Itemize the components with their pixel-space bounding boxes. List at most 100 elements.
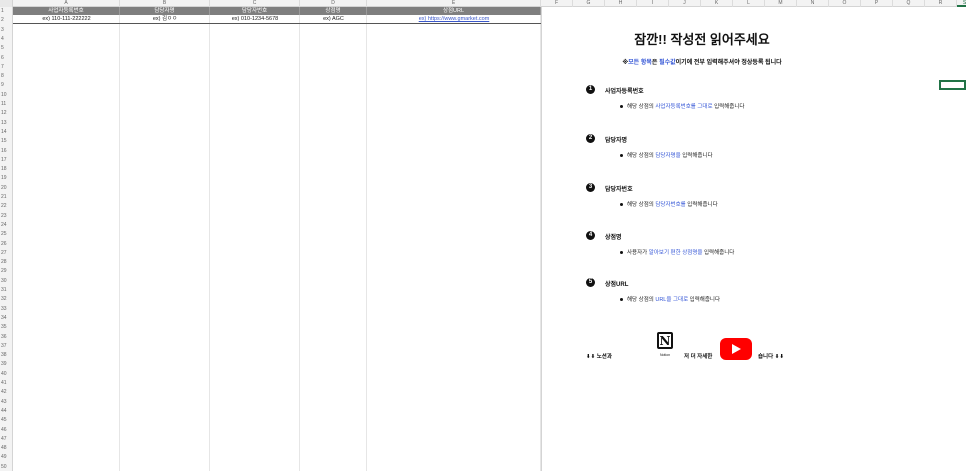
row-header[interactable]: 1 <box>0 7 13 16</box>
row-header[interactable]: 36 <box>0 333 13 342</box>
row-header[interactable]: 22 <box>0 202 13 211</box>
row-header[interactable]: 2 <box>0 16 13 25</box>
desc-text: 입력해줍니다 <box>702 250 735 256</box>
row-header[interactable]: 21 <box>0 193 13 202</box>
youtube-play-icon[interactable] <box>720 338 752 360</box>
item-heading: 상점명 <box>605 235 622 241</box>
row-header[interactable]: 47 <box>0 435 13 444</box>
row-header[interactable]: 49 <box>0 453 13 462</box>
select-all-corner[interactable] <box>0 0 13 7</box>
row-header[interactable]: 20 <box>0 184 13 193</box>
row-header[interactable]: 5 <box>0 44 13 53</box>
cell-grid[interactable] <box>13 7 541 471</box>
header-cell[interactable]: 상점URL <box>367 7 541 15</box>
row-header[interactable]: 39 <box>0 360 13 369</box>
column-header-i[interactable]: I <box>637 0 669 7</box>
column-header-l[interactable]: L <box>733 0 765 7</box>
row-header[interactable]: 34 <box>0 314 13 323</box>
grid-col-d <box>300 7 367 471</box>
header-cell[interactable]: 담당자명 <box>120 7 210 15</box>
column-header-r[interactable]: R <box>925 0 957 7</box>
row-header[interactable]: 27 <box>0 249 13 258</box>
row-header[interactable]: 24 <box>0 221 13 230</box>
column-header-f[interactable]: F <box>541 0 573 7</box>
example-url-cell[interactable]: ex) https://www.gmarket.com <box>367 15 541 24</box>
row-header[interactable]: 8 <box>0 72 13 81</box>
row-header[interactable]: 10 <box>0 91 13 100</box>
row-header[interactable]: 35 <box>0 323 13 332</box>
spreadsheet: ABCDEFGHIJKLMNOPQRS 1 2 3 4 5 6 7 8 9 10 11 12 13 14 1… <box>0 0 966 471</box>
row-header[interactable]: 6 <box>0 54 13 63</box>
row-header[interactable]: 11 <box>0 100 13 109</box>
desc-highlight: 사업자등록번호를 그대로 <box>655 104 713 110</box>
row-header[interactable]: 48 <box>0 444 13 453</box>
row-header[interactable]: 17 <box>0 156 13 165</box>
row-header[interactable]: 41 <box>0 379 13 388</box>
desc-highlight: 담당자명을 <box>655 153 681 159</box>
row-header[interactable]: 44 <box>0 407 13 416</box>
row-header[interactable]: 15 <box>0 137 13 146</box>
row-header[interactable]: 19 <box>0 174 13 183</box>
row-header[interactable]: 40 <box>0 370 13 379</box>
column-header-m[interactable]: M <box>765 0 797 7</box>
row-header[interactable]: 13 <box>0 119 13 128</box>
row-header[interactable]: 28 <box>0 258 13 267</box>
column-header-p[interactable]: P <box>861 0 893 7</box>
header-cell[interactable]: 상점명 <box>300 7 367 15</box>
example-cell[interactable]: ex) 김ㅇㅇ <box>120 15 210 24</box>
row-header[interactable]: 38 <box>0 351 13 360</box>
step-number-badge: 1 <box>586 85 595 94</box>
row-header[interactable]: 12 <box>0 109 13 118</box>
column-header-a[interactable]: A <box>13 0 120 7</box>
row-header[interactable]: 16 <box>0 147 13 156</box>
row-header[interactable]: 37 <box>0 342 13 351</box>
row-header[interactable]: 7 <box>0 63 13 72</box>
column-header-n[interactable]: N <box>797 0 829 7</box>
row-header[interactable]: 29 <box>0 267 13 276</box>
desc-text: 입력해줍니다 <box>685 202 718 208</box>
row-header[interactable]: 32 <box>0 295 13 304</box>
row-header[interactable]: 4 <box>0 35 13 44</box>
item-description: 해당 상점의 사업자등록번호를 그대로 입력해줍니다 <box>620 102 744 110</box>
column-header-h[interactable]: H <box>605 0 637 7</box>
table-header-row: 사업자등록번호 담당자명 담당자번호 상점명 상점URL <box>13 7 541 15</box>
header-cell[interactable]: 담당자번호 <box>210 7 300 15</box>
active-cell-selection[interactable] <box>939 80 966 90</box>
example-cell[interactable]: ex) 110-111-222222 <box>13 15 120 24</box>
column-header-g[interactable]: G <box>573 0 605 7</box>
column-header-q[interactable]: Q <box>893 0 925 7</box>
row-header[interactable]: 3 <box>0 26 13 35</box>
example-cell[interactable]: ex) AGC <box>300 15 367 24</box>
row-header[interactable]: 45 <box>0 416 13 425</box>
notion-logo-icon[interactable]: N Notion <box>652 332 678 362</box>
column-header-o[interactable]: O <box>829 0 861 7</box>
row-header[interactable]: 18 <box>0 165 13 174</box>
notice-suffix: 이기에 전부 입력해주셔야 정상등록 됩니다 <box>675 60 782 66</box>
row-header[interactable]: 25 <box>0 230 13 239</box>
row-header[interactable]: 26 <box>0 240 13 249</box>
desc-text: 해당 상점의 <box>627 202 656 208</box>
column-header-j[interactable]: J <box>669 0 701 7</box>
row-header[interactable]: 50 <box>0 463 13 471</box>
row-header[interactable]: 30 <box>0 277 13 286</box>
column-header-k[interactable]: K <box>701 0 733 7</box>
row-header[interactable]: 23 <box>0 212 13 221</box>
row-header[interactable]: 42 <box>0 388 13 397</box>
row-header[interactable]: 31 <box>0 286 13 295</box>
row-header[interactable]: 33 <box>0 305 13 314</box>
desc-highlight: URL을 그대로 <box>655 297 689 303</box>
column-header-e[interactable]: E <box>367 0 541 7</box>
example-cell[interactable]: ex) 010-1234-5678 <box>210 15 300 24</box>
row-header[interactable]: 9 <box>0 81 13 90</box>
column-header-s[interactable]: S <box>957 0 966 7</box>
panel-title: 잠깐!! 작성전 읽어주세요 <box>634 32 770 47</box>
row-header[interactable]: 43 <box>0 398 13 407</box>
step-number-badge: 5 <box>586 278 595 287</box>
row-header[interactable]: 46 <box>0 426 13 435</box>
column-header-b[interactable]: B <box>120 0 210 7</box>
column-header-d[interactable]: D <box>300 0 367 7</box>
header-cell[interactable]: 사업자등록번호 <box>13 7 120 15</box>
row-header[interactable]: 14 <box>0 128 13 137</box>
column-header-c[interactable]: C <box>210 0 300 7</box>
bullet-icon <box>620 154 623 158</box>
